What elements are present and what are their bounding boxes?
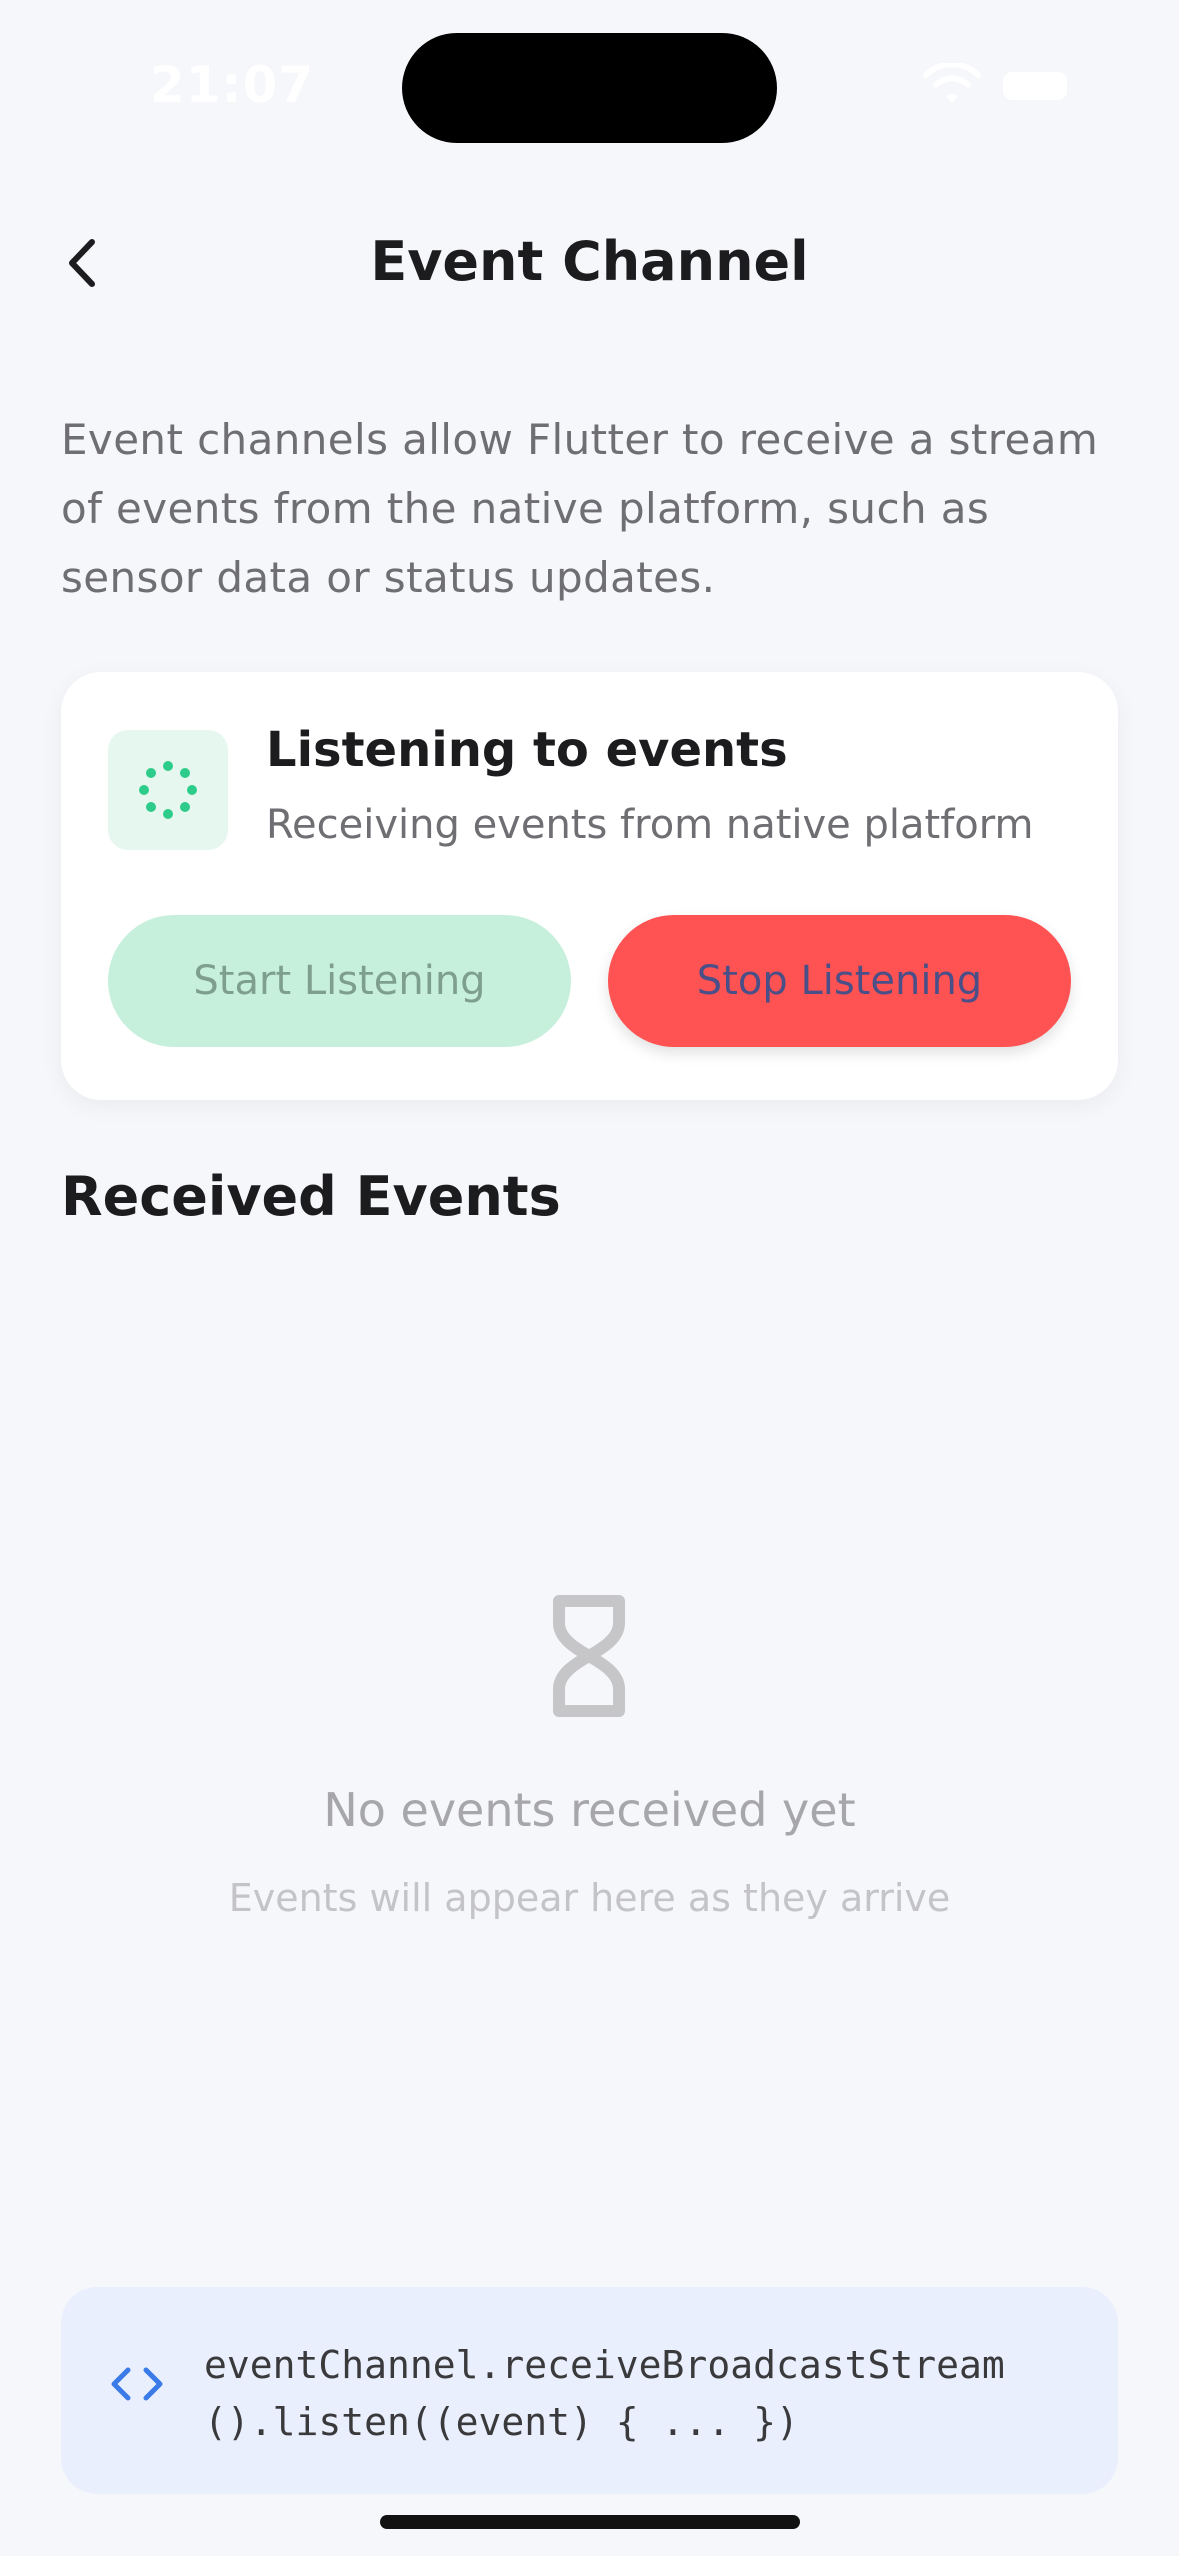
wifi-icon (923, 63, 981, 103)
status-time: 21:07 (150, 56, 315, 114)
code-line: eventChannel.receiveBroadcastStream (204, 2343, 1005, 2387)
code-snippet-card: eventChannel.receiveBroadcastStream ().l… (61, 2287, 1118, 2494)
status-title: Listening to events (266, 722, 788, 778)
received-events-heading: Received Events (61, 1165, 561, 1228)
code-line: ().listen((event) { ... }) (204, 2400, 799, 2444)
empty-state-title: No events received yet (323, 1783, 856, 1837)
description-text: Event channels allow Flutter to receive … (61, 415, 1099, 602)
hourglass-icon (553, 1595, 625, 1717)
loading-dots-icon (139, 761, 197, 819)
battery-icon (1003, 72, 1067, 100)
start-listening-button[interactable]: Start Listening (108, 915, 571, 1047)
status-icon-container (108, 730, 228, 850)
dynamic-island (402, 33, 777, 143)
code-icon (111, 2367, 163, 2401)
status-subtitle: Receiving events from native platform (266, 802, 1034, 848)
stop-listening-button[interactable]: Stop Listening (608, 915, 1071, 1047)
empty-state-subtitle: Events will appear here as they arrive (228, 1876, 951, 1920)
status-bar: 21:07 (0, 0, 1179, 170)
code-snippet: eventChannel.receiveBroadcastStream ().l… (204, 2337, 1094, 2451)
home-indicator[interactable] (380, 2515, 800, 2529)
page-title: Event Channel (370, 230, 809, 293)
navigation-bar: Event Channel (0, 200, 1179, 320)
listening-status-card: Listening to events Receiving events fro… (61, 672, 1118, 1100)
